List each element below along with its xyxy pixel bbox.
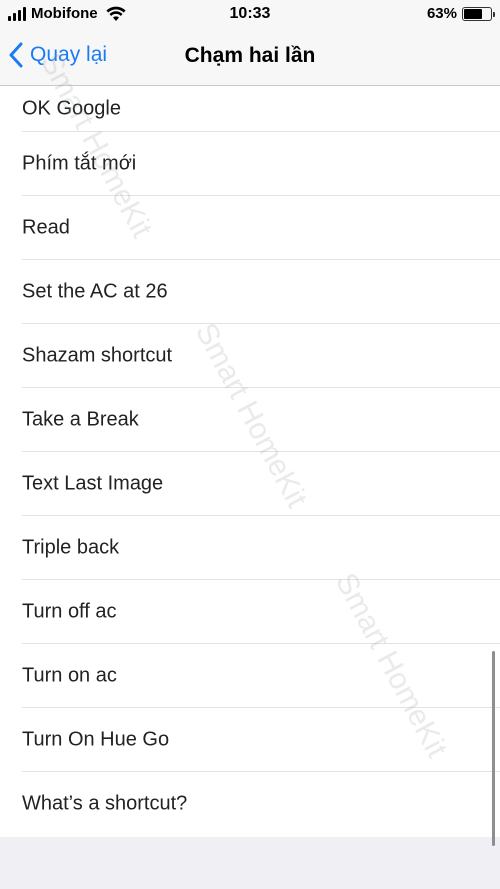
scroll-indicator[interactable] [492,651,495,846]
list-item-label: What’s a shortcut? [22,792,188,815]
list-item[interactable]: OK Google [0,86,500,132]
list-item-label: Turn On Hue Go [22,728,170,751]
list-item[interactable]: Set the AC at 26 [0,260,500,324]
status-right: 63% [426,5,495,22]
list-item[interactable]: Triple back [0,516,500,580]
list-item-label: Take a Break [22,408,139,431]
list-item-label: Phím tắt mới [22,152,137,175]
list-item-label: OK Google [22,97,121,120]
list-item-label: Read [22,216,70,239]
battery-icon [462,6,495,21]
list-item-label: Text Last Image [22,472,164,495]
list-item[interactable]: Phím tắt mới [0,132,500,196]
list-item-label: Turn off ac [22,600,117,623]
list-item[interactable]: Turn on ac [0,644,500,708]
list-item[interactable]: Shazam shortcut [0,324,500,388]
list-item-label: Turn on ac [22,664,117,687]
list-item[interactable]: Text Last Image [0,452,500,516]
list-item-label: Triple back [22,536,120,559]
navigation-bar: Quay lại Chạm hai lần [0,28,500,86]
list-item[interactable]: What’s a shortcut? [0,772,500,836]
status-time: 10:33 [229,5,271,22]
list-item[interactable]: Turn On Hue Go [0,708,500,772]
list-item[interactable]: Take a Break [0,388,500,452]
list-item-label: Shazam shortcut [22,344,173,367]
status-bar: Mobifone 10:33 63% [0,0,500,28]
page-title: Chạm hai lần [184,44,316,67]
battery-level-fill [464,8,482,19]
list-item[interactable]: Turn off ac [0,580,500,644]
shortcut-list[interactable]: OK Google Phím tắt mới Read Set the AC a… [0,86,500,837]
battery-percent: 63% [426,5,457,22]
list-item-label: Set the AC at 26 [22,280,168,303]
list-item[interactable]: Read [0,196,500,260]
